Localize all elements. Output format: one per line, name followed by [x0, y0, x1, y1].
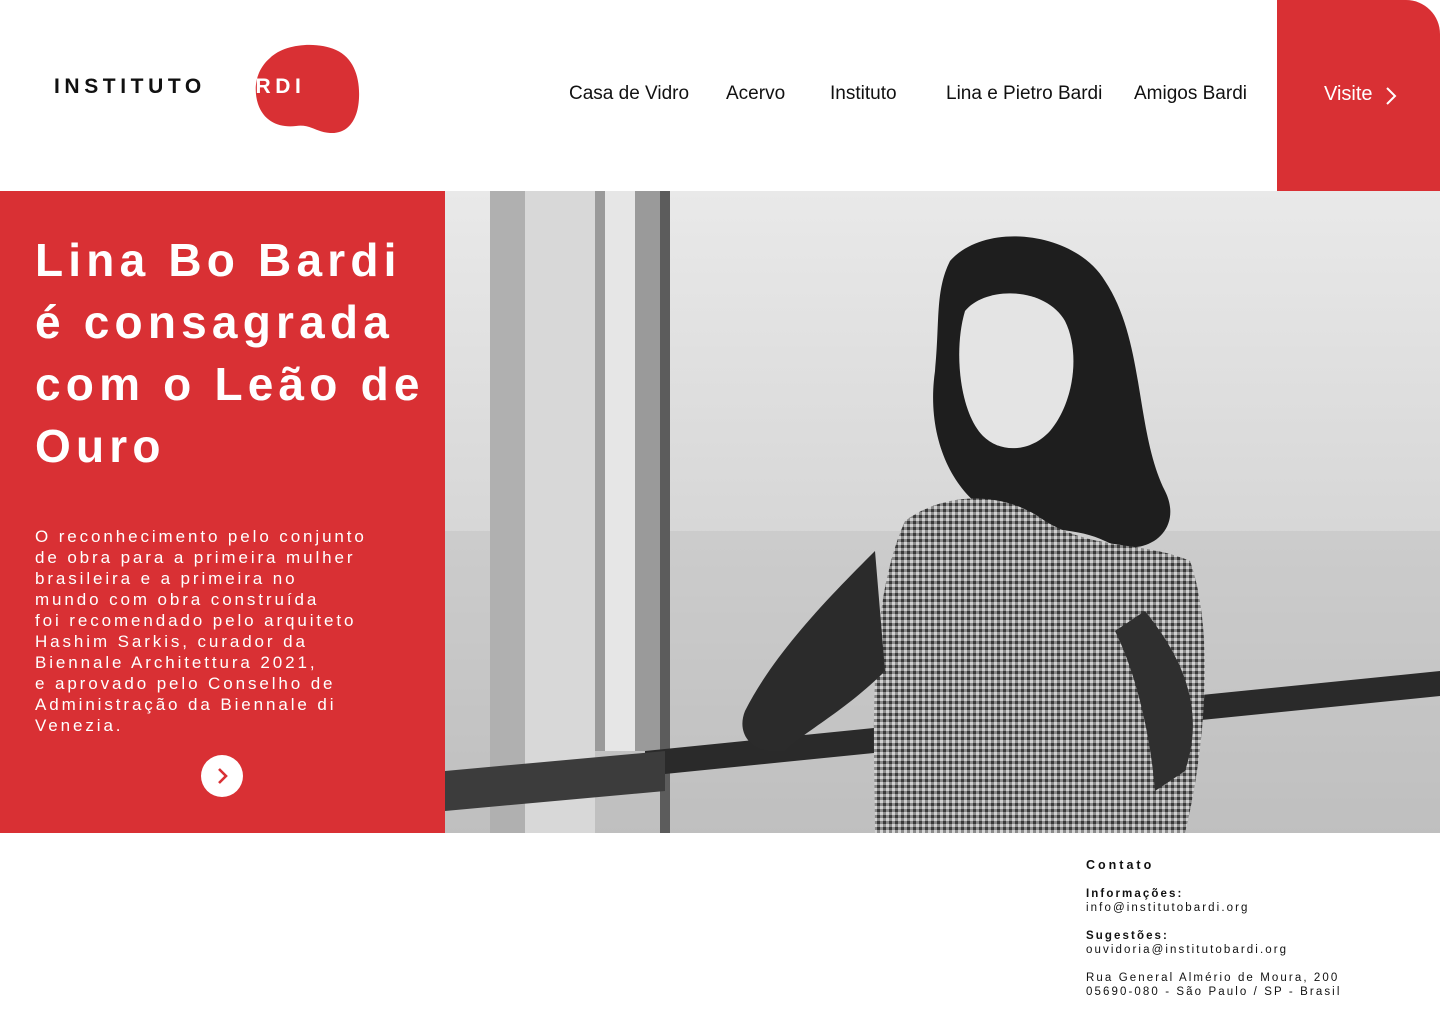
contact-info-group: Informações: info@institutobardi.org: [1086, 887, 1426, 915]
nav-item-casa-de-vidro[interactable]: Casa de Vidro: [569, 83, 689, 105]
contact-block: Contato Informações: info@institutobardi…: [1086, 858, 1426, 1013]
chevron-right-icon: [218, 768, 228, 784]
hero-text-panel: Lina Bo Bardi é consagrada com o Leão de…: [0, 191, 445, 833]
hero-photo: [445, 191, 1440, 833]
address-line-2: 05690-080 - São Paulo / SP - Brasil: [1086, 986, 1342, 998]
contact-suggest-group: Sugestões: ouvidoria@institutobardi.org: [1086, 929, 1426, 957]
nav-item-lina-e-pietro-bardi[interactable]: Lina e Pietro Bardi: [946, 83, 1102, 105]
contact-info-label: Informações:: [1086, 888, 1184, 900]
nav-item-instituto[interactable]: Instituto: [830, 83, 897, 105]
contact-info-email-link[interactable]: info@institutobardi.org: [1086, 901, 1426, 915]
hero-photo-image: [445, 191, 1440, 833]
hero-description: O reconhecimento pelo conjunto de obra p…: [35, 527, 367, 735]
contact-suggest-email-link[interactable]: ouvidoria@institutobardi.org: [1086, 943, 1426, 957]
nav-item-amigos-bardi[interactable]: Amigos Bardi: [1134, 83, 1247, 105]
nav-item-acervo[interactable]: Acervo: [726, 83, 785, 105]
main-nav: Casa de Vidro Acervo Instituto Lina e Pi…: [0, 83, 1280, 109]
site-header: INSTITUTO BARDI Casa de Vidro Acervo Ins…: [0, 0, 1440, 191]
visit-button-label: Visite: [1324, 83, 1373, 105]
contact-heading: Contato: [1086, 858, 1155, 872]
hero-next-button[interactable]: [201, 755, 243, 797]
address-line-1: Rua General Almério de Moura, 200: [1086, 972, 1340, 984]
chevron-right-icon: [1386, 87, 1397, 105]
hero-title: Lina Bo Bardi é consagrada com o Leão de…: [35, 234, 425, 472]
contact-suggest-label: Sugestões:: [1086, 930, 1169, 942]
visit-button[interactable]: Visite: [1277, 0, 1440, 191]
contact-address: Rua General Almério de Moura, 200 05690-…: [1086, 971, 1426, 999]
